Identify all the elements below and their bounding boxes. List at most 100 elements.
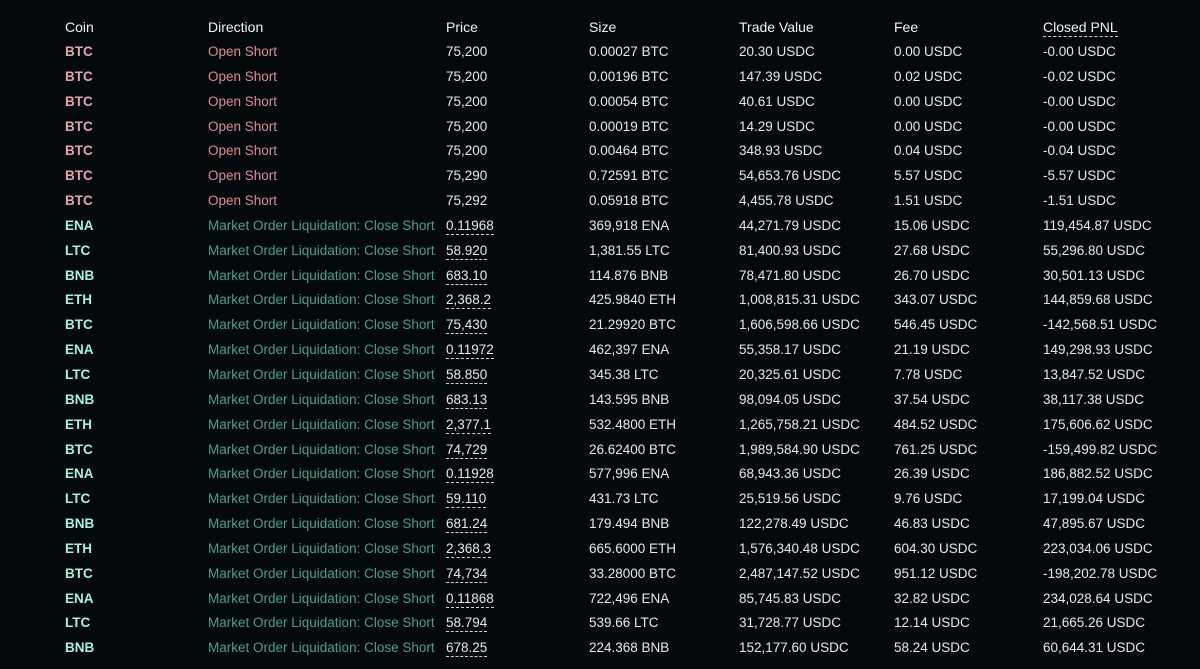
price-tooltip-trigger[interactable]: 2,368.3	[446, 541, 492, 558]
coin-link[interactable]: ENA	[65, 338, 94, 363]
coin-link[interactable]: ETH	[65, 537, 92, 562]
trade-value-cell: 1,989,584.90 USDC	[739, 441, 860, 457]
coin-link[interactable]: BNB	[65, 388, 94, 413]
closed-pnl-cell: 30,501.13 USDC	[1043, 267, 1146, 283]
price-cell: 58.920	[446, 239, 488, 264]
price-tooltip-trigger[interactable]: 681.24	[446, 516, 488, 534]
coin-link[interactable]: ETH	[65, 413, 92, 438]
price-cell: 75,430	[446, 313, 488, 338]
price-tooltip-trigger[interactable]: 75,430	[446, 317, 488, 335]
price-cell: 75,290	[446, 168, 488, 184]
price-tooltip-trigger[interactable]: 58.850	[446, 367, 488, 384]
coin-link[interactable]: ENA	[65, 214, 94, 239]
closed-pnl-cell: -159,499.82 USDC	[1043, 441, 1158, 457]
coin-link[interactable]: BNB	[65, 512, 94, 537]
coin-link[interactable]: BTC	[65, 313, 93, 338]
column-header-fee[interactable]: Fee	[894, 14, 918, 40]
coin-link[interactable]: BTC	[65, 438, 93, 463]
closed-pnl-cell: 186,882.52 USDC	[1043, 466, 1153, 482]
price-tooltip-trigger[interactable]: 59.110	[446, 491, 487, 509]
coin-link[interactable]: ENA	[65, 587, 94, 612]
price-tooltip-trigger[interactable]: 0.11868	[446, 591, 494, 608]
table-row: BNB Market Order Liquidation: Close Short…	[0, 636, 1200, 661]
direction-label: Open Short	[208, 44, 278, 59]
price-cell: 0.11968	[446, 214, 494, 239]
fee-cell: 15.06 USDC	[894, 217, 970, 233]
direction-label: Market Order Liquidation: Close Short	[208, 416, 435, 432]
column-header-coin[interactable]: Coin	[65, 14, 94, 40]
table-header: Coin Direction Price Size Trade Value Fe…	[0, 14, 1200, 40]
size-cell: 462,397 ENA	[589, 342, 670, 358]
price-tooltip-trigger[interactable]: 683.13	[446, 392, 488, 409]
trade-value-cell: 85,745.83 USDC	[739, 590, 842, 606]
price-cell: 0.11972	[446, 338, 494, 363]
price-tooltip-trigger[interactable]: 58.920	[446, 243, 488, 260]
closed-pnl-cell: -0.00 USDC	[1043, 44, 1116, 59]
size-cell: 0.72591 BTC	[589, 168, 669, 184]
direction-label: Market Order Liquidation: Close Short	[208, 615, 435, 631]
direction-label: Market Order Liquidation: Close Short	[208, 267, 435, 283]
table-row: BTC Open Short 75,200 0.00196 BTC 147.39 USD…	[0, 65, 1200, 90]
coin-link[interactable]: BNB	[65, 636, 94, 661]
trade-value-cell: 152,177.60 USDC	[739, 640, 849, 656]
coin-link[interactable]: BTC	[65, 65, 93, 90]
column-header-trade-value[interactable]: Trade Value	[739, 14, 814, 40]
coin-link[interactable]: BTC	[65, 562, 93, 587]
trade-value-cell: 40.61 USDC	[739, 93, 815, 109]
fee-cell: 26.39 USDC	[894, 466, 970, 482]
column-header-closed-pnl[interactable]: Closed PNL	[1043, 14, 1118, 40]
trade-value-cell: 20.30 USDC	[739, 44, 815, 59]
direction-label: Market Order Liquidation: Close Short	[208, 441, 435, 457]
price-tooltip-trigger[interactable]: 2,377.1	[446, 417, 492, 434]
price-tooltip-trigger[interactable]: 74,734	[446, 566, 488, 583]
table-row: LTC Market Order Liquidation: Close Short…	[0, 239, 1200, 264]
coin-link[interactable]: ENA	[65, 462, 94, 487]
price-tooltip-trigger[interactable]: 0.11972	[446, 342, 494, 360]
coin-link[interactable]: BTC	[65, 189, 93, 214]
coin-link[interactable]: BTC	[65, 115, 93, 140]
trade-value-cell: 14.29 USDC	[739, 118, 815, 134]
fee-cell: 546.45 USDC	[894, 317, 978, 333]
coin-link[interactable]: BTC	[65, 164, 93, 189]
column-header-price[interactable]: Price	[446, 14, 478, 40]
price-tooltip-trigger[interactable]: 58.794	[446, 615, 488, 633]
closed-pnl-cell: 223,034.06 USDC	[1043, 540, 1153, 556]
coin-link[interactable]: LTC	[65, 611, 90, 636]
closed-pnl-cell: 234,028.64 USDC	[1043, 590, 1153, 606]
coin-link[interactable]: BNB	[65, 264, 94, 289]
closed-pnl-cell: 144,859.68 USDC	[1043, 292, 1153, 308]
price-cell: 0.11928	[446, 462, 494, 487]
price-tooltip-trigger[interactable]: 74,729	[446, 442, 488, 459]
coin-link[interactable]: LTC	[65, 363, 90, 388]
fee-cell: 484.52 USDC	[894, 416, 978, 432]
price-tooltip-trigger[interactable]: 2,368.2	[446, 292, 492, 310]
coin-link[interactable]: LTC	[65, 239, 90, 264]
trade-value-cell: 147.39 USDC	[739, 68, 823, 84]
coin-link[interactable]: LTC	[65, 487, 90, 512]
price-cell: 75,200	[446, 143, 488, 159]
column-header-size[interactable]: Size	[589, 14, 616, 40]
coin-link[interactable]: BTC	[65, 139, 93, 164]
closed-pnl-tooltip-trigger[interactable]: Closed PNL	[1043, 19, 1118, 37]
price-tooltip-trigger[interactable]: 683.10	[446, 268, 488, 285]
price-tooltip-trigger[interactable]: 0.11928	[446, 466, 494, 484]
size-cell: 665.6000 ETH	[589, 540, 677, 556]
price-cell: 58.794	[446, 611, 488, 636]
direction-label: Open Short	[208, 143, 278, 159]
fee-cell: 46.83 USDC	[894, 516, 970, 532]
size-cell: 21.29920 BTC	[589, 317, 677, 333]
fee-cell: 21.19 USDC	[894, 342, 970, 358]
fee-cell: 37.54 USDC	[894, 391, 970, 407]
price-tooltip-trigger[interactable]: 678.25	[446, 640, 488, 658]
direction-label: Open Short	[208, 168, 278, 184]
fee-cell: 58.24 USDC	[894, 640, 970, 656]
coin-link[interactable]: BTC	[65, 40, 93, 65]
coin-link[interactable]: BTC	[65, 90, 93, 115]
closed-pnl-cell: 60,644.31 USDC	[1043, 640, 1146, 656]
direction-label: Market Order Liquidation: Close Short	[208, 540, 435, 556]
size-cell: 1,381.55 LTC	[589, 242, 670, 258]
closed-pnl-cell: -0.04 USDC	[1043, 143, 1116, 159]
price-tooltip-trigger[interactable]: 0.11968	[446, 218, 494, 235]
coin-link[interactable]: ETH	[65, 288, 92, 313]
column-header-direction[interactable]: Direction	[208, 14, 263, 40]
